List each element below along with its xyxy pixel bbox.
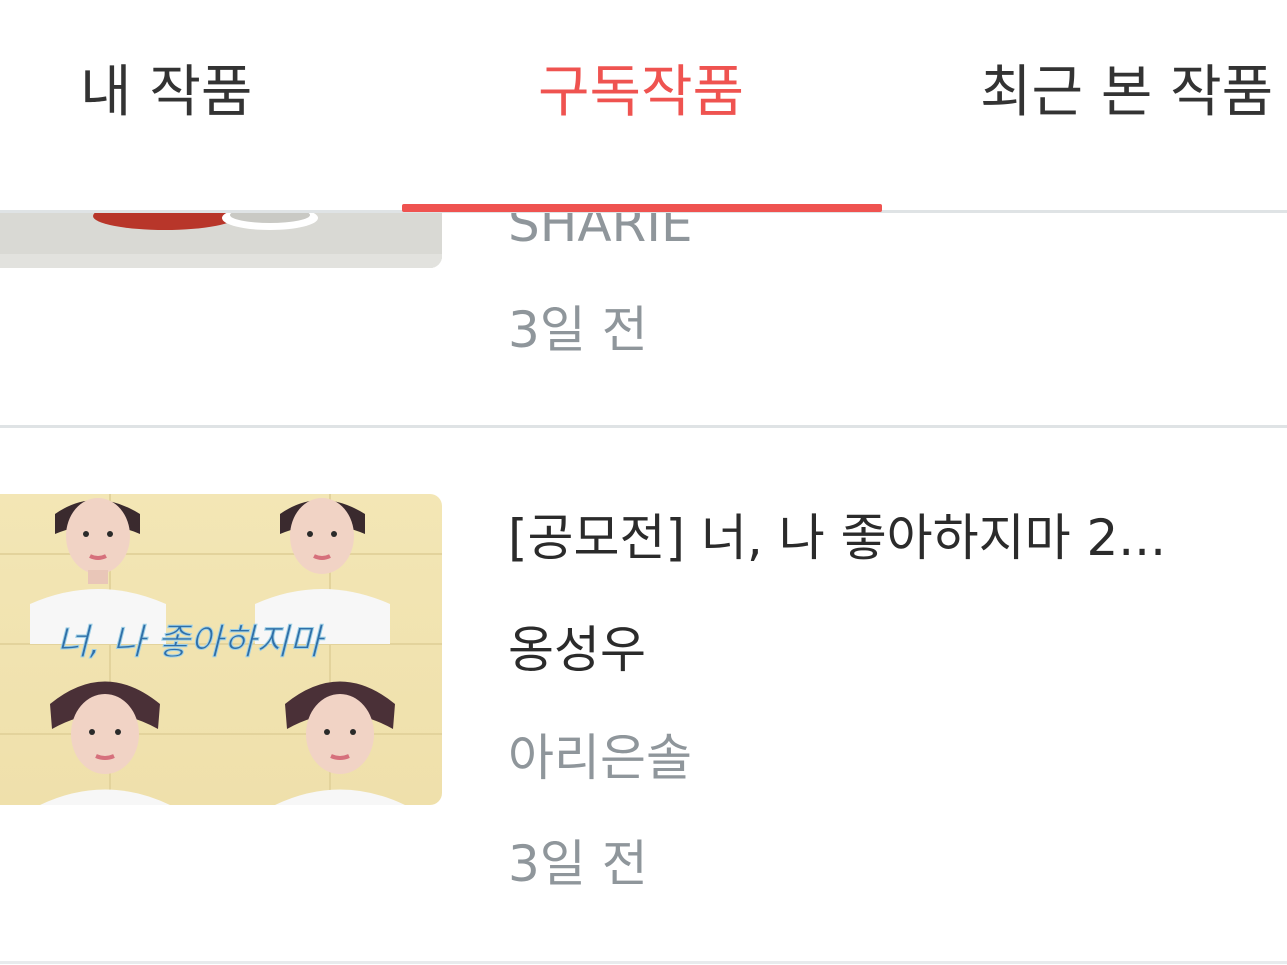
list-item[interactable]: 너, 나 좋아하지마 [공모전] 너, 나 좋아하지마 2... 옹성우 아리은… <box>0 428 1287 964</box>
tab-bar: 내 작품 구독작품 최근 본 작품 <box>0 0 1287 213</box>
updated-time: 3일 전 <box>508 301 648 359</box>
author-name[interactable]: 아리은솔 <box>508 726 692 790</box>
work-title[interactable]: [공모전] 너, 나 좋아하지마 2... <box>508 506 1287 570</box>
cover-title: 너, 나 좋아하지마 <box>56 622 326 663</box>
updated-time: 3일 전 <box>508 835 648 893</box>
work-thumbnail[interactable]: 너, 나 좋아하지마 <box>0 494 442 805</box>
tab-recently-viewed[interactable]: 최근 본 작품 <box>980 58 1273 128</box>
tab-my-works[interactable]: 내 작품 <box>80 58 252 128</box>
active-tab-indicator <box>402 204 882 212</box>
tab-subscribed-works[interactable]: 구독작품 <box>538 58 744 128</box>
work-subtitle: 옹성우 <box>508 621 646 679</box>
thumbnail-image: 너, 나 좋아하지마 <box>0 494 442 805</box>
app-screen: SHARIE 3일 전 너, 나 좋아하지마 [공모전] 너, 나 좋아하지마 … <box>0 0 1287 965</box>
